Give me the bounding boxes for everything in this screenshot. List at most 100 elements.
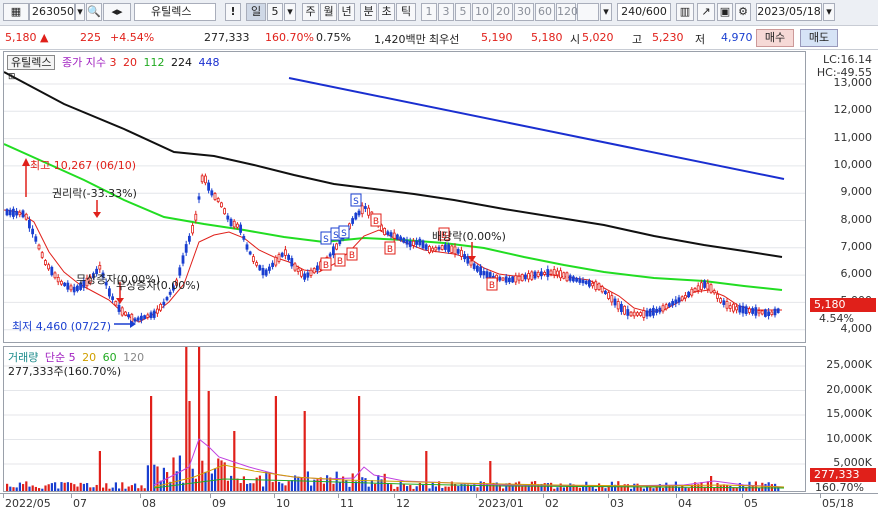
candle-body bbox=[677, 297, 681, 303]
volume-bar bbox=[479, 481, 482, 491]
interval-5[interactable]: 5 bbox=[455, 3, 471, 21]
stock-name-field[interactable]: 유틸렉스 bbox=[134, 3, 216, 21]
lc-label: LC:16.14 bbox=[822, 53, 872, 66]
price-chart-panel[interactable]: SSSSBBBBBBB 유틸렉스 종가 지수 3 20 112 224 448 … bbox=[3, 51, 806, 343]
period-value[interactable]: 5 bbox=[267, 3, 283, 21]
prev-next-icon[interactable]: ◂▸ bbox=[103, 3, 131, 21]
volume-bar bbox=[422, 485, 425, 491]
x-tick-mark bbox=[394, 494, 395, 498]
volume-bar bbox=[604, 488, 607, 491]
candle-body bbox=[639, 312, 642, 316]
volume-bar bbox=[543, 483, 546, 491]
candle-body bbox=[427, 246, 431, 253]
candle-body bbox=[507, 277, 511, 283]
interval-3[interactable]: 3 bbox=[438, 3, 454, 21]
period-tick[interactable]: 틱 bbox=[396, 3, 416, 21]
volume-bar bbox=[223, 462, 226, 491]
volume-bar bbox=[79, 482, 82, 491]
interval-120[interactable]: 120 bbox=[556, 3, 578, 21]
stock-code-input[interactable]: 263050 bbox=[29, 3, 75, 21]
x-tick-label: 05 bbox=[744, 497, 758, 510]
volume-bar bbox=[66, 482, 69, 491]
candle-body bbox=[197, 196, 201, 200]
gear-icon[interactable]: ⚙ bbox=[735, 3, 751, 21]
volume-bar bbox=[73, 484, 76, 491]
period-month[interactable]: 월 bbox=[320, 3, 337, 21]
interval-20[interactable]: 20 bbox=[493, 3, 513, 21]
period-dropdown-icon[interactable]: ▾ bbox=[284, 3, 296, 21]
volume-bar bbox=[140, 485, 143, 491]
candle-body bbox=[124, 311, 127, 316]
price-tick-label: 11,000 bbox=[833, 130, 873, 144]
volume-bar bbox=[412, 488, 415, 491]
interval-10[interactable]: 10 bbox=[472, 3, 492, 21]
volume-bar bbox=[262, 486, 265, 491]
candle-body bbox=[338, 240, 342, 245]
candle-body bbox=[303, 273, 307, 280]
candle-body bbox=[431, 247, 435, 252]
volume-bar bbox=[498, 484, 501, 491]
volume-bar bbox=[294, 475, 297, 491]
volume-bar bbox=[546, 483, 549, 491]
count-field[interactable]: 240/600 bbox=[617, 3, 671, 21]
ask-price: 5,190 bbox=[481, 31, 513, 44]
period-week[interactable]: 주 bbox=[302, 3, 319, 21]
ma448-line bbox=[288, 77, 785, 180]
search-icon[interactable]: 🔍 bbox=[86, 3, 102, 21]
alert-button[interactable]: ! bbox=[225, 3, 241, 21]
volume-bar bbox=[287, 481, 290, 491]
volume-bar bbox=[25, 481, 28, 491]
volume-bar bbox=[319, 477, 322, 491]
code-dropdown-icon[interactable]: ▾ bbox=[75, 3, 85, 21]
x-tick-mark bbox=[274, 494, 275, 498]
candle-body bbox=[255, 262, 259, 266]
candle-body bbox=[722, 300, 726, 305]
volume-chart-panel[interactable]: 거래량 단순 5 20 60 120 277,333주(160.70%) bbox=[3, 346, 806, 492]
period-year[interactable]: 년 bbox=[338, 3, 355, 21]
candle-type-icon[interactable]: ▥ bbox=[676, 3, 694, 21]
volume-bar bbox=[550, 482, 553, 491]
interval-dropdown-icon[interactable]: ▾ bbox=[600, 3, 612, 21]
period-unit-button[interactable]: 일 bbox=[246, 3, 266, 21]
annotation-bonus-2: 무상증자(0.00%) bbox=[116, 279, 201, 292]
candle-body bbox=[149, 312, 153, 319]
volume-bar bbox=[361, 477, 364, 491]
interval-input[interactable] bbox=[577, 3, 599, 21]
candle-body bbox=[620, 303, 623, 313]
date-dropdown-icon[interactable]: ▾ bbox=[823, 3, 835, 21]
period-minute[interactable]: 분 bbox=[360, 3, 377, 21]
candle-body bbox=[178, 267, 182, 276]
candle-body bbox=[591, 282, 594, 287]
volume-bar bbox=[15, 487, 18, 491]
candle-body bbox=[572, 276, 575, 282]
candle-body bbox=[44, 260, 47, 265]
candle-body bbox=[687, 291, 690, 298]
annotation-dividend: 배당락(0.00%) bbox=[432, 230, 506, 243]
current-price-value: 5,180 bbox=[5, 31, 37, 44]
interval-1[interactable]: 1 bbox=[421, 3, 437, 21]
volume-bar bbox=[556, 487, 559, 491]
candle-body bbox=[258, 265, 262, 271]
chart-menu-icon[interactable]: ▦ bbox=[3, 3, 29, 21]
volume-bar bbox=[28, 486, 31, 491]
volume-bar bbox=[700, 482, 703, 491]
candle-body bbox=[594, 281, 598, 290]
interval-60[interactable]: 60 bbox=[535, 3, 555, 21]
save-icon[interactable]: ▣ bbox=[717, 3, 733, 21]
candle-body bbox=[47, 264, 50, 270]
period-second[interactable]: 초 bbox=[378, 3, 395, 21]
legend-stock-name[interactable]: 유틸렉스 bbox=[7, 55, 56, 70]
candle-body bbox=[751, 308, 754, 314]
candle-body bbox=[251, 256, 255, 262]
draw-tool-icon[interactable]: ↗ bbox=[697, 3, 715, 21]
sell-button[interactable]: 매도 bbox=[800, 29, 838, 47]
x-tick-mark bbox=[820, 494, 821, 498]
interval-30[interactable]: 30 bbox=[514, 3, 534, 21]
crosshair-icon[interactable]: ⊞ bbox=[8, 72, 16, 82]
candle-body bbox=[501, 277, 505, 281]
date-field[interactable]: 2023/05/18 bbox=[756, 3, 822, 21]
candle-body bbox=[261, 268, 265, 276]
candle-body bbox=[418, 238, 422, 246]
volume-bar bbox=[447, 486, 450, 491]
buy-button[interactable]: 매수 bbox=[756, 29, 794, 47]
